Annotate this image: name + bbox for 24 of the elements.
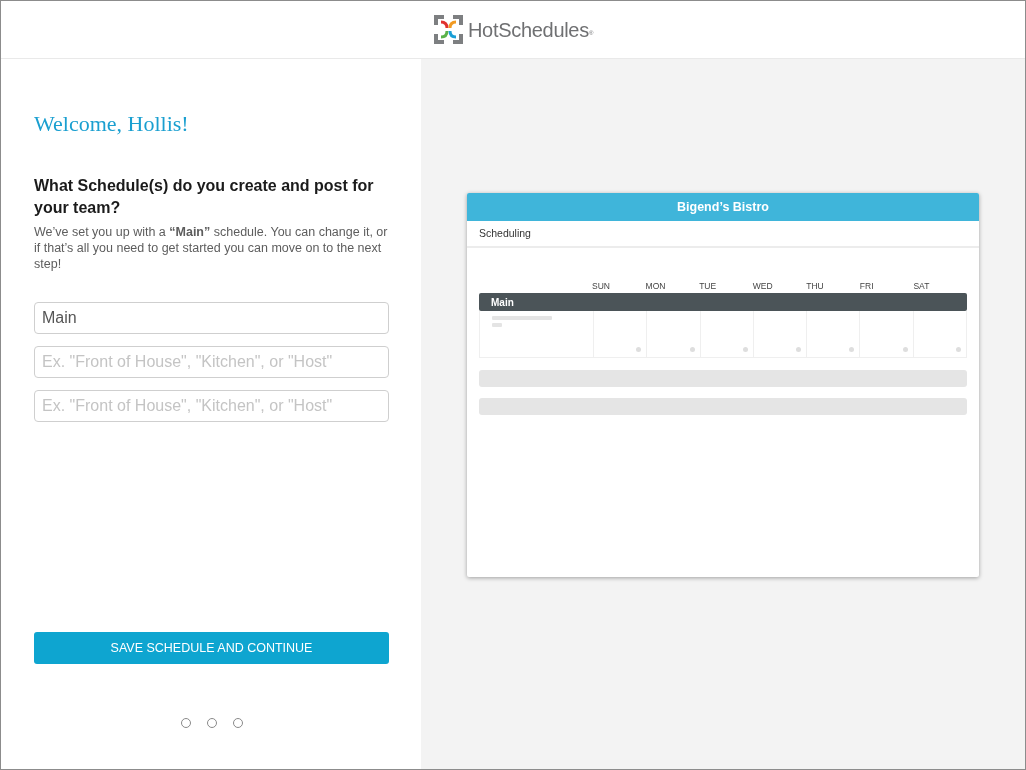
dot-icon — [902, 347, 908, 352]
dot-icon — [849, 347, 855, 352]
section-label: Scheduling — [479, 225, 531, 241]
day-label: MON — [645, 281, 666, 291]
schedule-group-name: Main — [491, 295, 514, 310]
question-heading: What Schedule(s) do you create and post for your team? — [34, 176, 375, 219]
day-label: SUN — [592, 281, 610, 291]
schedule-name-field[interactable]: Main — [34, 302, 389, 335]
description-text: We’ve set you up with a “Main” schedule. You can change it, or if that’s all you need to get started you can move on to the next step! — [34, 224, 389, 273]
preview-title: Bigend’s Bistro — [677, 198, 769, 216]
dot-icon — [742, 347, 748, 352]
dot-icon — [956, 347, 961, 352]
dot-icon — [796, 347, 802, 352]
schedule-name-field[interactable]: Ex. "Front of House", "Kitchen", or "Host" — [34, 390, 389, 423]
welcome-heading: Welcome, Hollis! — [34, 111, 190, 138]
dot-icon — [689, 347, 695, 352]
day-label: SAT — [913, 281, 930, 291]
day-label: FRI — [859, 281, 874, 291]
day-label: THU — [806, 281, 824, 291]
logo-icon — [432, 14, 464, 45]
day-label: TUE — [699, 281, 717, 291]
day-label: WED — [752, 281, 773, 291]
schedule-name-field[interactable]: Ex. "Front of House", "Kitchen", or "Host" — [34, 346, 389, 379]
dot-icon — [636, 347, 642, 352]
